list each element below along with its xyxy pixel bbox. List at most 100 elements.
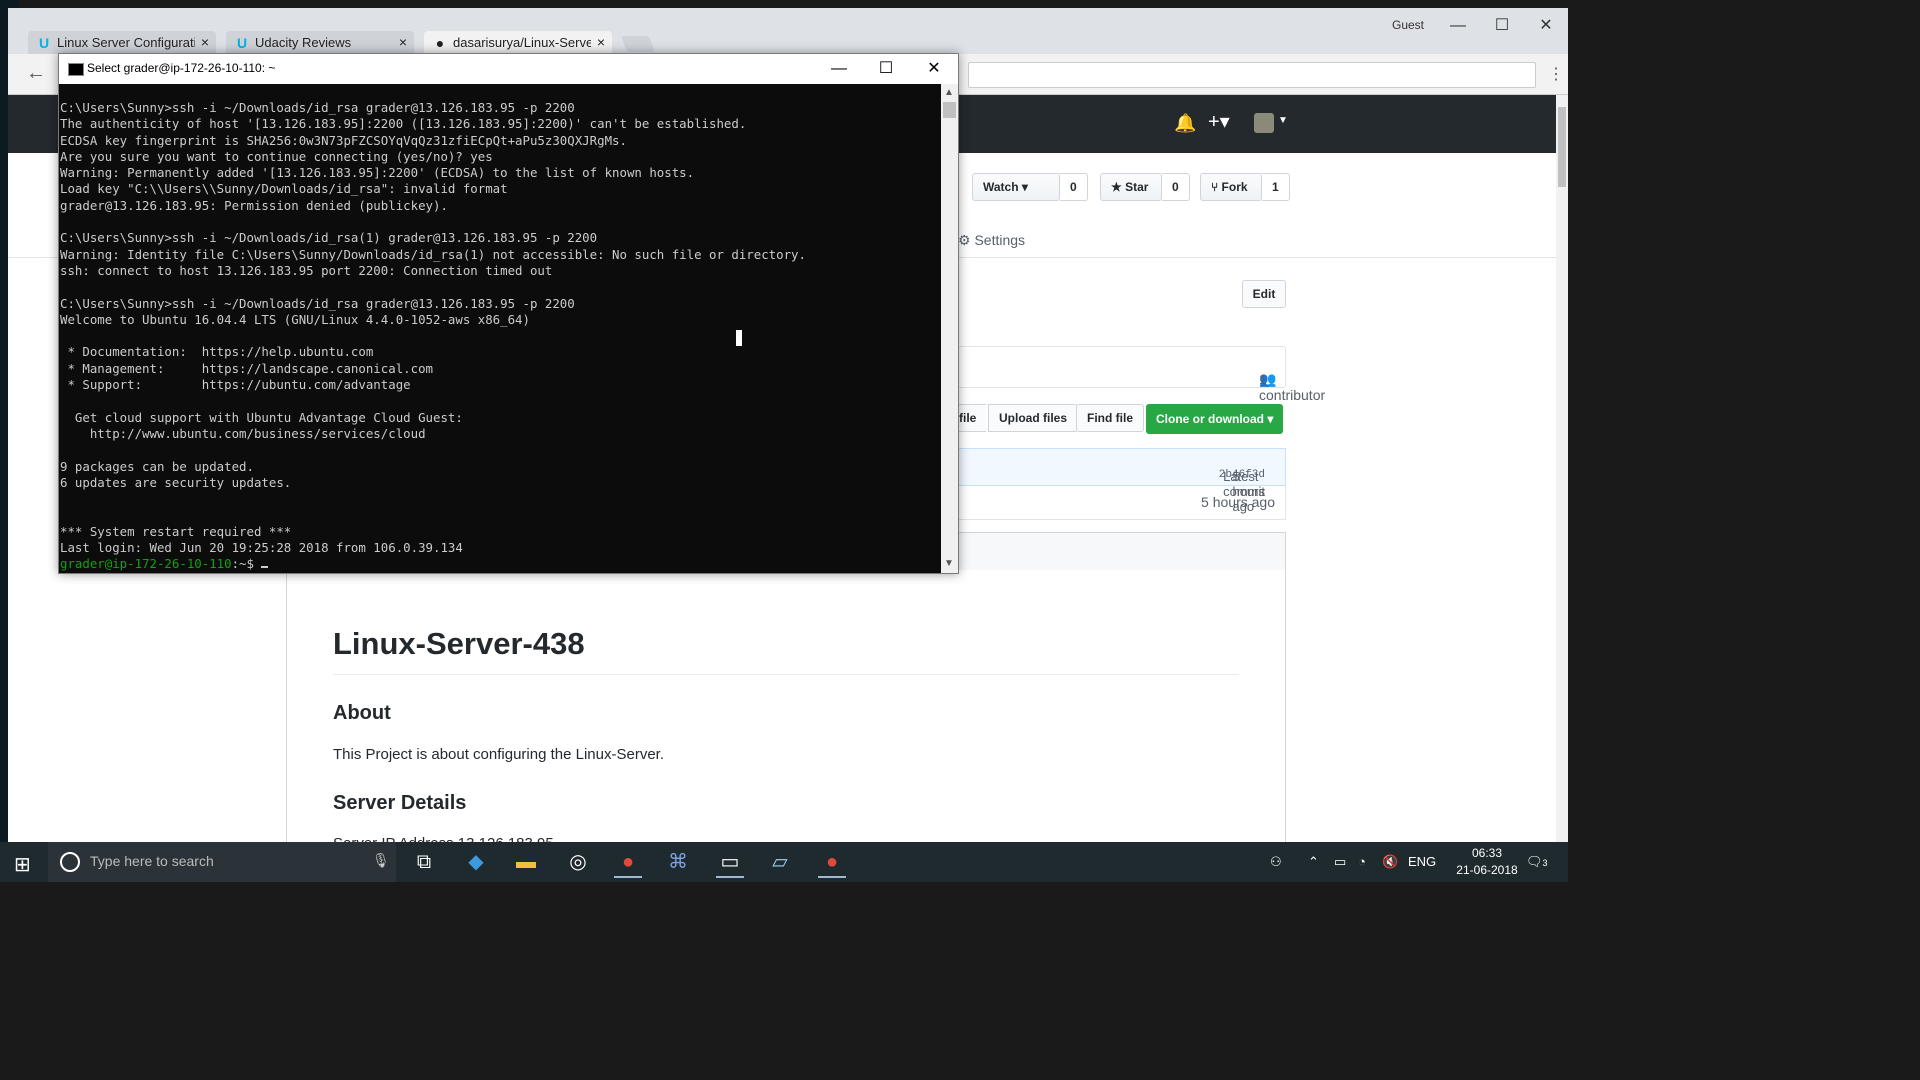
windows-start-icon[interactable]: ⊞	[14, 852, 31, 877]
clock-date: 21-06-2018	[1456, 863, 1518, 877]
terminal-line: Last login: Wed Jun 20 19:25:28 2018 fro…	[60, 540, 463, 556]
edit-button[interactable]: Edit	[1242, 280, 1286, 308]
volume-muted-icon[interactable]: 🔇	[1382, 854, 1398, 870]
terminal-line: 9 packages can be updated.	[60, 458, 254, 474]
notepad-icon[interactable]: ▱	[766, 848, 794, 876]
taskbar-clock[interactable]: 06:33 21-06-2018	[1452, 845, 1522, 879]
terminal-line: ssh: connect to host 13.126.183.95 port …	[60, 262, 553, 278]
udacity-icon: U	[38, 34, 50, 51]
network-app-icon[interactable]: ⌘	[664, 848, 692, 876]
terminal-line: ECDSA key fingerprint is SHA256:0w3N73pF…	[60, 132, 627, 148]
back-arrow-icon[interactable]: ←	[26, 62, 46, 85]
title-divider	[333, 674, 1239, 675]
cmd-icon	[68, 63, 84, 76]
page-scrollbar[interactable]	[1556, 95, 1568, 842]
file-explorer-icon[interactable]: ▬	[512, 848, 540, 876]
mouse-ibeam-cursor	[736, 330, 742, 346]
windows-taskbar: ⊞ Type here to search 🎙 ⧉ ◆ ▬ ◎ ● ⌘ ▭ ▱ …	[0, 842, 1568, 882]
terminal-line: C:\Users\Sunny>ssh -i ~/Downloads/id_rsa…	[60, 100, 575, 115]
close-tab-icon[interactable]: ×	[597, 34, 605, 50]
terminal-title: Select grader@ip-172-26-10-110: ~	[87, 61, 276, 75]
terminal-line: Are you sure you want to continue connec…	[60, 148, 493, 164]
server-details-heading: Server Details	[333, 792, 467, 814]
taskbar-search-box[interactable]: Type here to search 🎙	[48, 842, 396, 882]
terminal-line: * Support: https://ubuntu.com/advantage	[60, 377, 411, 393]
tab-settings[interactable]: ⚙ Settings	[958, 232, 1025, 249]
watch-button[interactable]: Watch ▾	[972, 173, 1060, 201]
scroll-up-icon[interactable]: ▲	[944, 87, 954, 98]
browser-maximize-button[interactable]: ☐	[1480, 12, 1524, 40]
terminal-minimize-button[interactable]: —	[817, 58, 861, 80]
tab-label: Udacity Reviews	[255, 35, 352, 51]
chrome-icon[interactable]: ●	[614, 848, 642, 878]
terminal-line: C:\Users\Sunny>ssh -i ~/Downloads/id_rsa…	[60, 295, 575, 311]
terminal-window[interactable]: Select grader@ip-172-26-10-110: ~ — ☐ ✕ …	[58, 53, 959, 574]
terminal-line: The authenticity of host '[13.126.183.95…	[60, 116, 747, 132]
create-new-icon[interactable]: +▾	[1208, 109, 1230, 134]
chevron-up-icon[interactable]: ⌃	[1308, 854, 1319, 870]
contributors-box[interactable]: 👥 1 contributor	[958, 346, 1325, 403]
terminal-close-button[interactable]: ✕	[912, 58, 956, 80]
terminal-line: Load key "C:\\Users\\Sunny/Downloads/id_…	[60, 181, 508, 197]
fork-label: Fork	[1221, 180, 1248, 194]
terminal-scrollbar[interactable]: ▲ ▼	[941, 84, 958, 573]
scrollbar-thumb[interactable]	[1558, 107, 1566, 187]
guest-profile-label[interactable]: Guest	[1392, 18, 1424, 32]
upload-files-button[interactable]: Upload files	[988, 404, 1079, 432]
task-view-icon[interactable]: ⧉	[410, 848, 438, 876]
avatar[interactable]	[1254, 113, 1274, 133]
browser-menu-icon[interactable]: ⋮	[1548, 64, 1564, 84]
wifi-icon[interactable]: ◔	[1358, 854, 1366, 869]
tab-github-repo[interactable]: ● dasarisurya/Linux-Server ×	[424, 31, 612, 54]
terminal-prompt-line: grader@ip-172-26-10-110:~$	[60, 556, 941, 572]
fork-button[interactable]: ⑂ Fork	[1200, 173, 1262, 201]
scroll-down-icon[interactable]: ▼	[944, 558, 954, 569]
terminal-output[interactable]: C:\Users\Sunny>ssh -i ~/Downloads/id_rsa…	[59, 84, 941, 573]
action-center-icon[interactable]: 🗨3	[1526, 854, 1548, 870]
address-bar[interactable]	[968, 62, 1536, 88]
close-tab-icon[interactable]: ×	[201, 34, 209, 50]
tab-linux-server-config[interactable]: U Linux Server Configuratio ×	[28, 31, 216, 54]
notification-bell-icon[interactable]: 🔔	[1174, 113, 1196, 134]
find-file-button[interactable]: Find file	[1076, 404, 1144, 432]
new-tab-button[interactable]	[621, 36, 655, 52]
microphone-icon[interactable]: 🎙	[372, 852, 390, 869]
vscode-icon[interactable]: ◆	[462, 848, 490, 876]
clone-download-button[interactable]: Clone or download ▾	[1146, 404, 1284, 434]
tab-label: dasarisurya/Linux-Server	[453, 35, 591, 51]
tab-udacity-reviews[interactable]: U Udacity Reviews ×	[226, 31, 414, 54]
language-indicator[interactable]: ENG	[1408, 854, 1436, 869]
terminal-line: Get cloud support with Ubuntu Advantage …	[60, 409, 463, 425]
terminal-line: Warning: Permanently added '[13.126.183.…	[60, 165, 695, 181]
clock-time: 06:33	[1471, 846, 1503, 860]
star-button[interactable]: ★ Star	[1100, 173, 1162, 201]
chrome-icon[interactable]: ●	[818, 848, 846, 878]
browser-close-button[interactable]: ✕	[1524, 12, 1568, 40]
browser-minimize-button[interactable]: —	[1436, 12, 1480, 40]
close-tab-icon[interactable]: ×	[399, 34, 407, 50]
readme-body: Linux-Server-438 About This Project is a…	[286, 570, 1286, 852]
terminal-maximize-button[interactable]: ☐	[864, 58, 908, 80]
star-count[interactable]: 0	[1162, 173, 1190, 201]
media-app-icon[interactable]: ◎	[564, 848, 592, 876]
github-icon: ●	[435, 34, 445, 51]
file-age: 5 hours ago	[1201, 494, 1275, 510]
people-icon[interactable]: ⚇	[1270, 854, 1282, 870]
latest-commit-bar: Latest commit 2b46f3d 5 hours ago	[958, 448, 1286, 514]
terminal-line: *** System restart required ***	[60, 523, 292, 539]
terminal-line: Warning: Identity file C:\Users\Sunny/Do…	[60, 246, 806, 262]
terminal-scroll-thumb[interactable]	[943, 102, 956, 118]
battery-icon[interactable]: ▭	[1334, 854, 1346, 870]
command-prompt-icon[interactable]: ▭	[716, 848, 744, 878]
terminal-line: 6 updates are security updates.	[60, 474, 292, 490]
terminal-titlebar[interactable]: Select grader@ip-172-26-10-110: ~ — ☐ ✕	[59, 54, 958, 84]
fork-count[interactable]: 1	[1262, 173, 1290, 201]
watch-count[interactable]: 0	[1060, 173, 1088, 201]
search-placeholder: Type here to search	[90, 853, 214, 869]
terminal-line: C:\Users\Sunny>ssh -i ~/Downloads/id_rsa…	[60, 230, 598, 246]
chevron-down-icon: ▼	[1278, 115, 1288, 126]
